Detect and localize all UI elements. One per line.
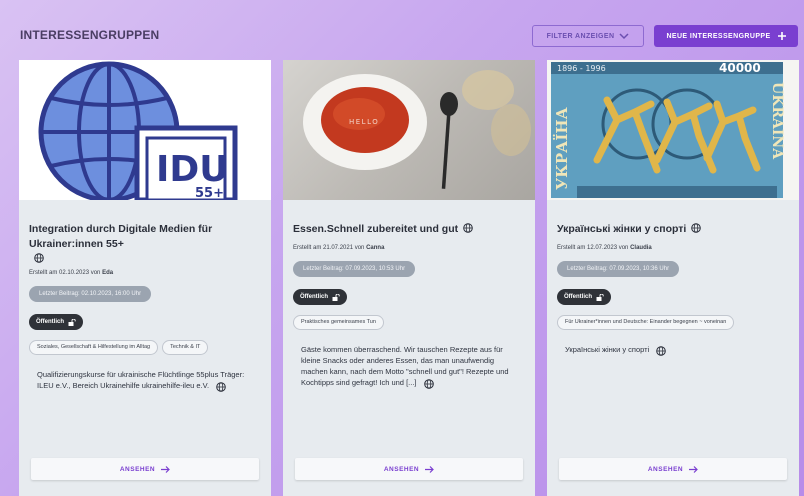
svg-text:UKRAINA: UKRAINA — [769, 82, 785, 160]
created-info: Erstellt am 21.07.2021 von Canna — [293, 245, 385, 251]
view-button[interactable]: ANSEHEN — [295, 458, 523, 480]
tag-chip[interactable]: Für Ukrainer*innen und Deutsche: Einande… — [557, 315, 735, 330]
group-title[interactable]: Integration durch Digitale Medien für Uk… — [29, 222, 261, 263]
globe-icon — [423, 379, 434, 389]
author-name: Eda — [102, 270, 114, 276]
globe-icon — [656, 346, 667, 356]
svg-text:40000: 40000 — [719, 61, 761, 75]
group-description: Qualifizierungskurse für ukrainische Flü… — [29, 369, 261, 392]
svg-text:HELLO: HELLO — [349, 118, 379, 126]
view-button[interactable]: ANSEHEN — [559, 458, 787, 480]
group-card[interactable]: HELLO Essen.Schnell zubereitet und gut E… — [283, 60, 535, 496]
created-info: Erstellt am 12.07.2023 von Claudia — [557, 245, 652, 251]
tag-chip[interactable]: Praktisches gemeinsames Tun — [293, 315, 384, 330]
last-post-badge: Letzter Beitrag: 02.10.2023, 16:00 Uhr — [29, 286, 152, 302]
plus-icon — [777, 32, 786, 40]
author-name: Claudia — [630, 245, 652, 251]
tag-chip[interactable]: Technik & IT — [162, 340, 209, 355]
visibility-badge: Öffentlich — [557, 289, 611, 305]
group-title-text: Integration durch Digitale Medien für Uk… — [29, 223, 213, 250]
visibility-badge: Öffentlich — [293, 289, 347, 305]
group-title-text: Essen.Schnell zubereitet und gut — [293, 223, 459, 235]
last-post-badge: Letzter Beitrag: 07.09.2023, 10:36 Uhr — [557, 261, 680, 277]
group-description: Gäste kommen überraschend. Wir tauschen … — [293, 344, 525, 389]
arrow-right-icon — [425, 465, 434, 473]
tag-list: Praktisches gemeinsames Tun — [293, 315, 525, 330]
group-image: HELLO — [283, 60, 535, 200]
svg-text:IDU: IDU — [156, 149, 229, 190]
group-card[interactable]: 1896 - 1996 40000 УКРАЇНА UKRAINA Україн… — [547, 60, 799, 496]
svg-text:1896 - 1996: 1896 - 1996 — [557, 64, 606, 73]
group-card[interactable]: IDU 55+ Integration durch Digitale Medie… — [19, 60, 271, 496]
globe-icon — [463, 223, 473, 233]
group-image: IDU 55+ — [19, 60, 271, 200]
group-title[interactable]: Essen.Schnell zubereitet und gut — [293, 222, 525, 237]
author-name: Canna — [366, 245, 385, 251]
unlock-icon — [68, 318, 76, 326]
unlock-icon — [332, 293, 340, 301]
filter-label: FILTER ANZEIGEN — [546, 32, 615, 40]
tag-list: Soziales, Gesellschaft & Hilfestellung i… — [29, 340, 261, 355]
globe-icon — [34, 253, 44, 263]
svg-text:УКРАЇНА: УКРАЇНА — [552, 106, 571, 190]
new-group-label: NEUE INTERESSENGRUPPE — [666, 32, 771, 40]
group-image: 1896 - 1996 40000 УКРАЇНА UKRAINA — [547, 60, 799, 200]
visibility-badge: Öffentlich — [29, 314, 83, 330]
group-description: Українські жінки у спорті — [557, 344, 789, 356]
last-post-badge: Letzter Beitrag: 07.09.2023, 10:53 Uhr — [293, 261, 416, 277]
group-title[interactable]: Українські жінки у спорті — [557, 222, 789, 237]
tag-chip[interactable]: Soziales, Gesellschaft & Hilfestellung i… — [29, 340, 159, 355]
new-group-button[interactable]: NEUE INTERESSENGRUPPE — [654, 25, 798, 47]
arrow-right-icon — [161, 465, 170, 473]
globe-icon — [691, 223, 702, 233]
arrow-right-icon — [689, 465, 698, 473]
view-button[interactable]: ANSEHEN — [31, 458, 259, 480]
group-title-text: Українські жінки у спорті — [557, 223, 687, 235]
created-info: Erstellt am 02.10.2023 von Eda — [29, 270, 114, 276]
filter-button[interactable]: FILTER ANZEIGEN — [532, 25, 644, 47]
chevron-down-icon — [619, 32, 629, 39]
tag-list: Für Ukrainer*innen und Deutsche: Einande… — [557, 315, 793, 330]
svg-text:55+: 55+ — [195, 186, 224, 200]
unlock-icon — [596, 293, 604, 301]
globe-icon — [216, 382, 226, 392]
page-title: INTERESSENGRUPPEN — [20, 28, 160, 42]
